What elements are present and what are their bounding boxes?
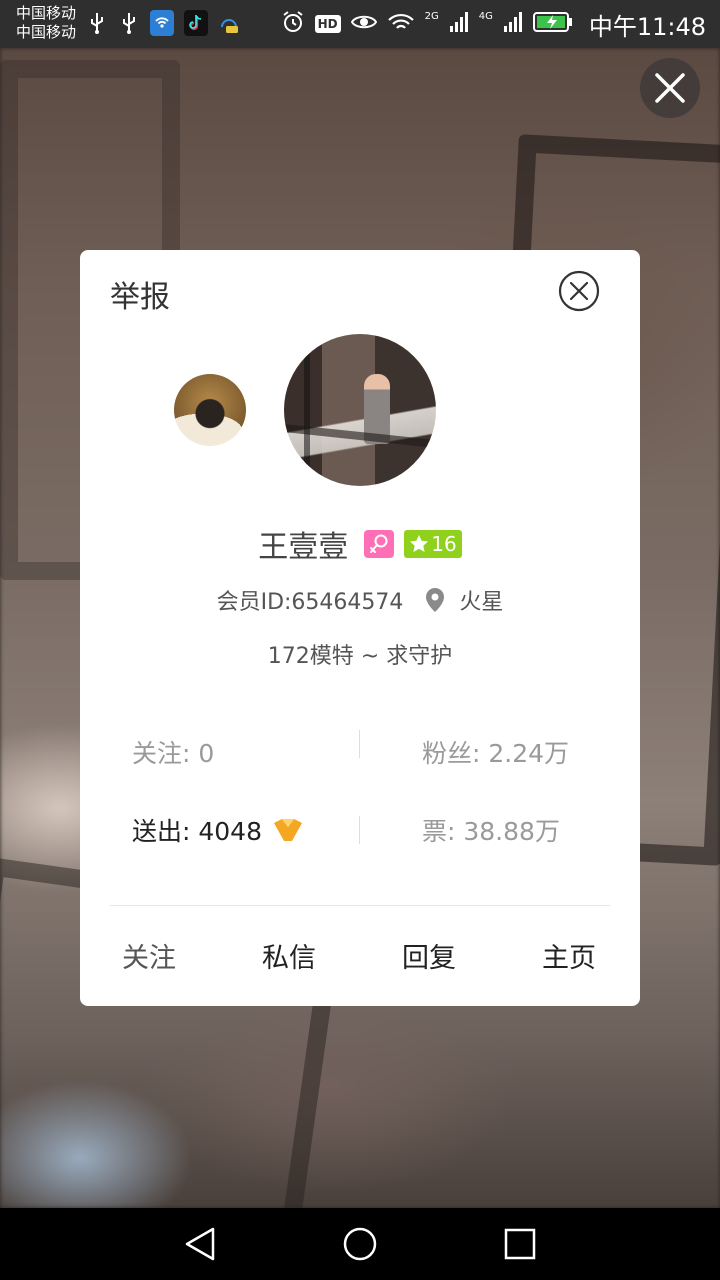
clock: 中午11:48 (588, 12, 706, 41)
notification-icon (218, 10, 240, 36)
recent-apps-button[interactable] (502, 1226, 538, 1262)
fans-count[interactable]: 粉丝: 2.24万 (422, 734, 569, 770)
tiktok-icon (184, 10, 208, 36)
level-badge: 16 (404, 530, 462, 558)
secondary-avatar[interactable] (174, 374, 246, 446)
user-name-row: 王壹壹 16 (80, 524, 640, 565)
gifts-sent-label: 送出: 4048 (132, 817, 262, 846)
alarm-icon (281, 10, 305, 38)
status-icons-left (86, 10, 240, 36)
battery-charging-icon (532, 11, 573, 37)
user-name: 王壹壹 (258, 530, 349, 565)
signal-icon (449, 11, 469, 37)
wifi-hotspot-icon (150, 10, 174, 36)
private-message-button[interactable]: 私信 (262, 936, 316, 975)
user-signature: 172模特 ~ 求守护 (267, 644, 453, 669)
follow-button[interactable]: 关注 (122, 936, 176, 975)
carrier-labels: 中国移动 中国移动 (16, 4, 76, 42)
navigation-bar (0, 1208, 720, 1280)
back-button[interactable] (182, 1226, 218, 1262)
eye-icon (350, 12, 377, 36)
signal-icon (503, 11, 523, 37)
recent-square-icon (504, 1228, 536, 1260)
following-count[interactable]: 关注: 0 (132, 734, 214, 770)
tickets-count: 票: 38.88万 (422, 817, 560, 846)
divider (110, 905, 610, 906)
gifts-sent[interactable]: 送出: 4048 (132, 812, 304, 848)
user-profile-dialog: 举报 王壹壹 16 会员ID:65464574 火星 172模特 ~ 求守护 关… (80, 250, 640, 1006)
network-type-label: 2G (424, 10, 439, 22)
wifi-icon (387, 11, 415, 37)
hd-badge: HD (314, 15, 341, 33)
gift-icon (274, 819, 302, 841)
usb-icon (118, 10, 140, 36)
close-icon (655, 73, 685, 103)
network-type-label: 4G (478, 10, 493, 22)
reply-button[interactable]: 回复 (402, 936, 456, 975)
report-button[interactable]: 举报 (110, 272, 170, 316)
home-circle-icon (343, 1227, 377, 1261)
close-circle-icon (558, 270, 600, 312)
action-bar: 关注 私信 回复 主页 (80, 936, 640, 980)
star-icon (410, 535, 429, 552)
usb-icon (86, 10, 108, 36)
status-icons-right: HD 2G 4G 中午11:48 (281, 0, 706, 48)
homepage-button[interactable]: 主页 (542, 936, 596, 975)
divider (359, 730, 360, 758)
member-id: 会员ID:65464574 (216, 590, 404, 615)
status-bar: 中国移动 中国移动 HD 2G 4G 中午11:48 (0, 0, 720, 48)
location-pin-icon (425, 587, 445, 613)
level-number: 16 (431, 532, 457, 556)
divider (359, 816, 360, 844)
location: 火星 (459, 590, 504, 615)
member-info-row: 会员ID:65464574 火星 (80, 584, 640, 616)
home-button[interactable] (342, 1226, 378, 1262)
close-stream-button[interactable] (640, 58, 700, 118)
avatar-photo-detail (304, 344, 310, 484)
carrier-label: 中国移动 (16, 23, 77, 41)
back-triangle-icon (185, 1227, 215, 1261)
avatar[interactable] (284, 334, 436, 486)
dialog-close-button[interactable] (558, 270, 600, 312)
carrier-label: 中国移动 (16, 4, 77, 22)
female-gender-icon (364, 530, 395, 558)
